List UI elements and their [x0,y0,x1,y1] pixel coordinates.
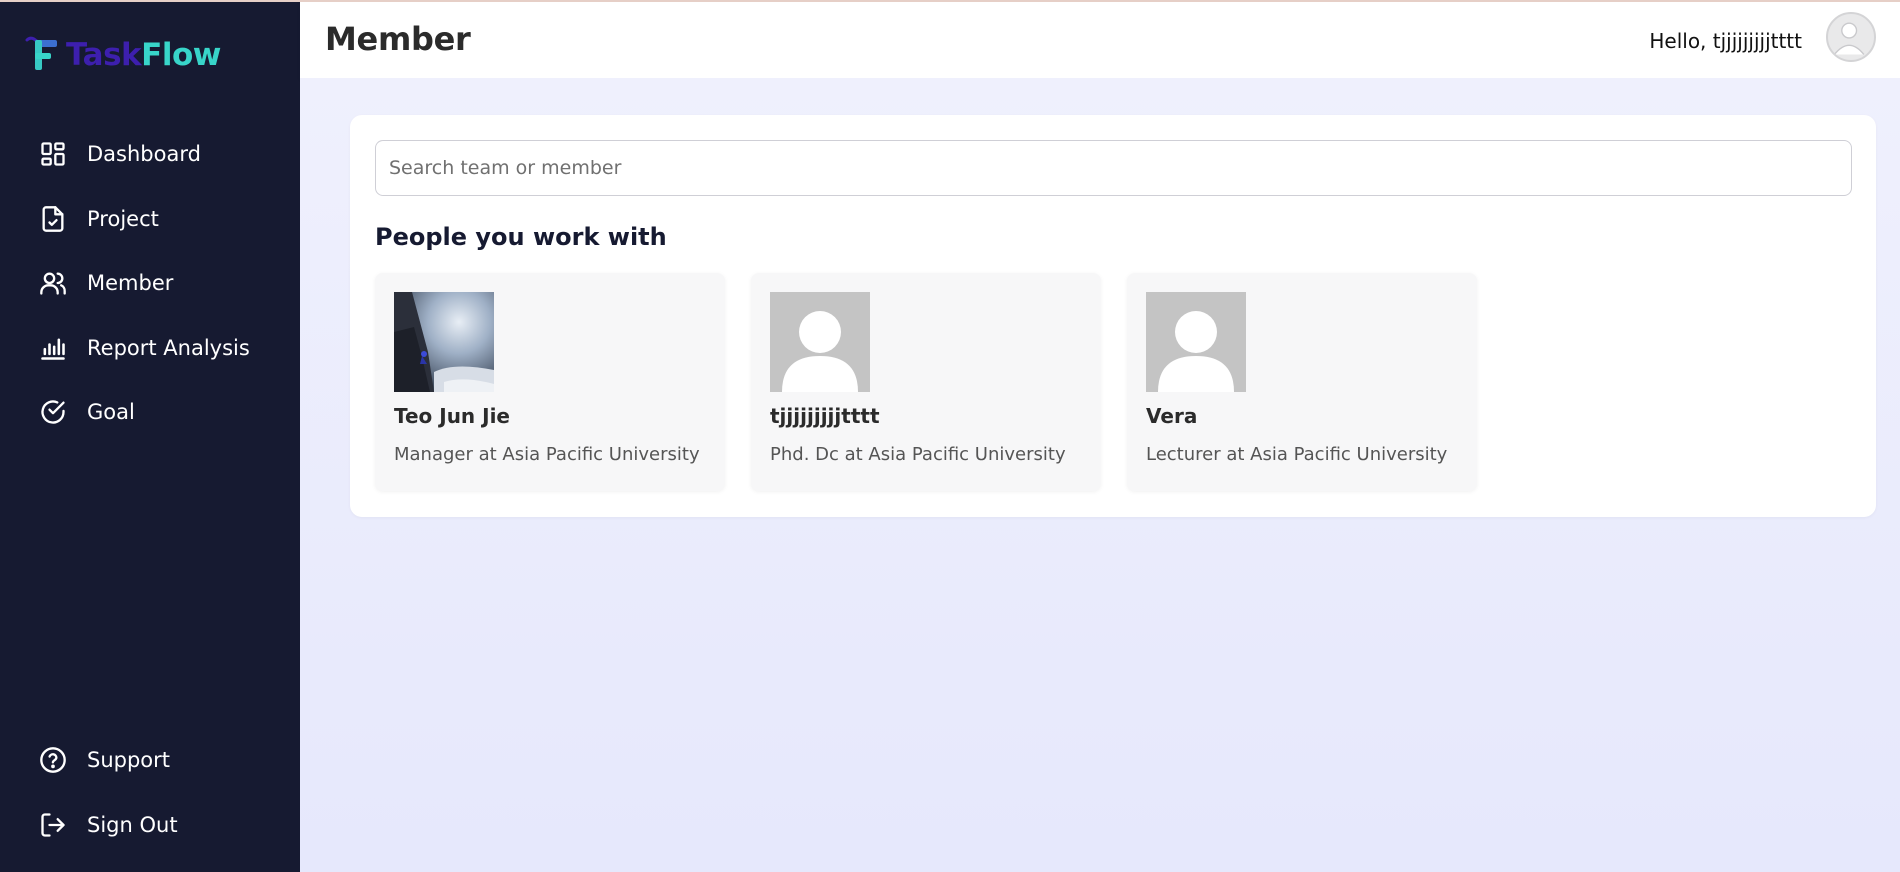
logo[interactable]: TaskFlow [24,34,221,76]
member-role: Lecturer at Asia Pacific University [1146,444,1448,465]
sidebar-item-dashboard[interactable]: Dashboard [38,136,201,172]
sidebar-item-sign-out[interactable]: Sign Out [38,807,178,843]
main-content: People you work with [300,78,1900,872]
user-avatar-icon [1833,22,1865,55]
sidebar-item-label: Support [87,748,171,772]
search-input[interactable] [375,140,1852,196]
members-panel: People you work with [350,115,1876,517]
member-role: Manager at Asia Pacific University [394,444,700,465]
user-greeting: Hello, tjjjjjjjjjtttt [1649,29,1802,53]
sidebar-item-label: Goal [87,400,135,424]
sidebar-item-support[interactable]: Support [38,742,170,778]
sidebar: TaskFlow Dashboard Project Member Report… [0,0,300,872]
member-role: Phd. Dc at Asia Pacific University [770,444,1066,465]
logo-text-flow: Flow [141,37,221,73]
member-avatar-photo [394,292,494,392]
logo-text: TaskFlow [66,37,221,73]
sign-out-icon [38,810,68,840]
member-cards: Teo Jun Jie Manager at Asia Pacific Univ… [375,273,1477,491]
dashboard-icon [38,139,68,169]
member-name: Vera [1146,404,1198,428]
default-avatar-icon [1146,292,1246,392]
sidebar-item-goal[interactable]: Goal [38,394,135,430]
user-avatar[interactable] [1826,12,1876,62]
sidebar-item-member[interactable]: Member [38,265,173,301]
sidebar-item-project[interactable]: Project [38,201,159,237]
logo-text-task: Task [66,37,142,73]
document-check-icon [38,204,68,234]
help-circle-icon [38,745,68,775]
sidebar-item-report-analysis[interactable]: Report Analysis [38,330,250,366]
sidebar-item-label: Dashboard [87,142,201,166]
member-card[interactable]: tjjjjjjjjjtttt Phd. Dc at Asia Pacific U… [751,273,1101,491]
sidebar-item-label: Sign Out [87,813,178,837]
member-card[interactable]: Vera Lecturer at Asia Pacific University [1127,273,1477,491]
member-name: tjjjjjjjjjtttt [770,404,880,428]
member-photo-image [394,292,494,392]
member-name: Teo Jun Jie [394,404,510,428]
check-circle-icon [38,397,68,427]
sidebar-item-label: Member [87,271,174,295]
member-card[interactable]: Teo Jun Jie Manager at Asia Pacific Univ… [375,273,725,491]
logo-icon [25,36,57,70]
section-title: People you work with [375,223,667,251]
member-avatar-placeholder [770,292,870,392]
page-title: Member [325,20,471,58]
top-header: Member Hello, tjjjjjjjjjtttt [300,0,1900,78]
default-avatar-icon [770,292,870,392]
sidebar-item-label: Report Analysis [87,336,250,360]
member-avatar-placeholder [1146,292,1246,392]
sidebar-item-label: Project [87,207,159,231]
bar-chart-icon [38,333,68,363]
users-icon [38,268,68,298]
